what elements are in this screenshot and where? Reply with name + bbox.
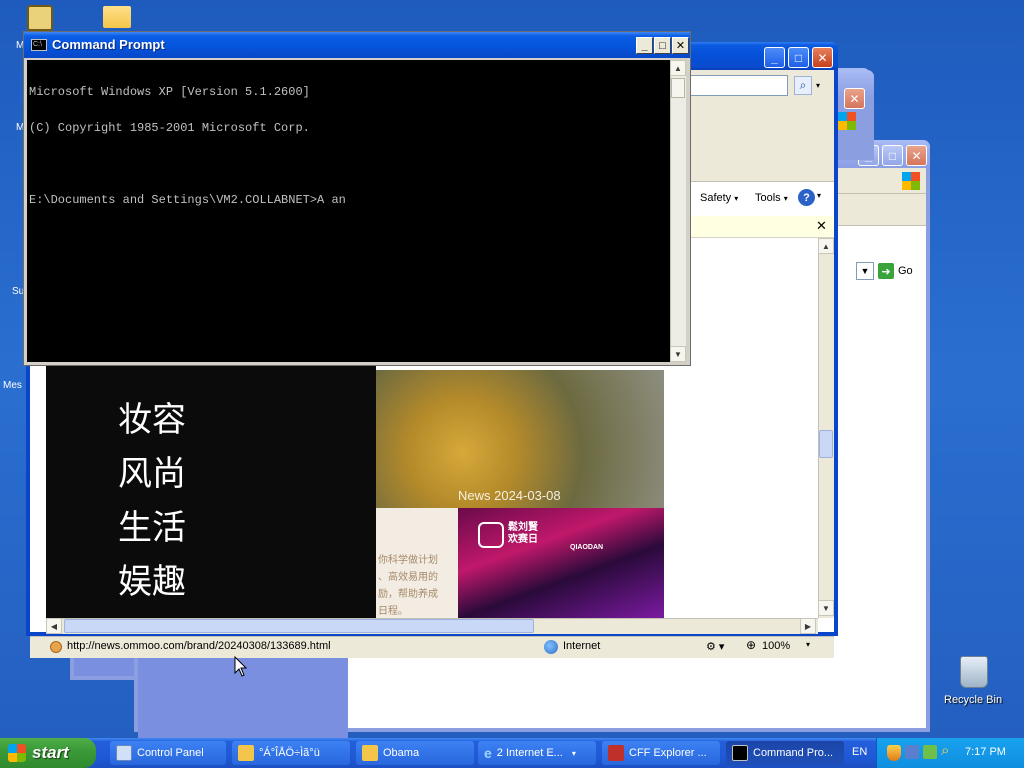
cff-explorer-icon — [608, 745, 624, 761]
safety-menu[interactable]: Safety ▾ — [700, 190, 738, 206]
maximize-button[interactable]: □ — [654, 37, 671, 54]
status-url: http://news.ommoo.com/brand/20240308/133… — [67, 640, 331, 652]
maximize-button[interactable]: □ — [788, 47, 809, 68]
zone-label: Internet — [563, 640, 601, 652]
ad-title: 鬆刘賢 欢赛日 — [508, 522, 538, 545]
scroll-up-arrow[interactable]: ▲ — [818, 238, 834, 254]
task-control-panel[interactable]: Control Panel — [110, 741, 226, 765]
tools-menu[interactable]: Tools ▾ — [755, 190, 788, 206]
address-dropdown[interactable]: ▼ — [856, 262, 874, 280]
task-folder[interactable]: °Á°ÎÅÖ÷Ìã°ü — [232, 741, 350, 765]
windows-logo-icon — [838, 112, 856, 130]
search-icon[interactable]: ⌕ — [941, 742, 949, 759]
scroll-up-arrow[interactable]: ▲ — [670, 60, 686, 76]
help-icon[interactable]: ? — [798, 189, 815, 206]
close-button[interactable]: ✕ — [906, 145, 927, 166]
ad-brand: QIAODAN — [570, 544, 604, 551]
close-button[interactable]: ✕ — [812, 47, 833, 68]
control-panel-icon — [116, 745, 132, 761]
zoom-level[interactable]: 100% — [762, 640, 790, 652]
security-shield-icon[interactable] — [887, 745, 901, 761]
nav-item[interactable]: 娱趣 — [118, 554, 186, 603]
console-icon: C:\ — [31, 39, 47, 51]
scroll-down-arrow[interactable]: ▼ — [818, 600, 834, 616]
mouse-cursor-icon — [234, 656, 248, 677]
windows-logo-icon — [902, 172, 920, 190]
window-title: Command Prompt — [52, 37, 165, 52]
zoom-icon[interactable]: ⊕ — [746, 638, 756, 652]
globe-icon — [544, 640, 558, 654]
console-icon — [732, 745, 748, 761]
task-internet-explorer[interactable]: e 2 Internet E... ▾ — [478, 741, 596, 765]
chevron-down-icon: ▾ — [571, 748, 576, 758]
recycle-bin-label: Recycle Bin — [944, 694, 1003, 706]
task-command-prompt[interactable]: Command Pro... — [726, 741, 844, 765]
clock[interactable]: 7:17 PM — [965, 746, 1006, 758]
system-tray: ⌕ 7:17 PM — [876, 738, 1024, 768]
console-output[interactable]: Microsoft Windows XP [Version 5.1.2600] … — [27, 60, 670, 362]
language-indicator[interactable]: EN — [852, 746, 867, 758]
horizontal-scroll-thumb[interactable] — [64, 619, 534, 633]
nav-item[interactable]: 风尚 — [118, 446, 186, 495]
close-button[interactable]: ✕ — [672, 37, 689, 54]
go-arrow-icon: ➜ — [878, 263, 894, 279]
network-icon[interactable] — [905, 745, 919, 759]
task-obama[interactable]: Obama — [356, 741, 474, 765]
start-button[interactable]: start — [0, 738, 96, 768]
close-button[interactable]: ✕ — [844, 88, 865, 109]
chevron-down-icon[interactable]: ▾ — [817, 191, 821, 200]
scroll-right-arrow[interactable]: ▶ — [800, 618, 816, 634]
minimize-button[interactable]: _ — [764, 47, 785, 68]
taskbar: start Control Panel °Á°ÎÅÖ÷Ìã°ü Obama e … — [0, 738, 1024, 768]
folder-icon — [238, 745, 254, 761]
minimize-button[interactable]: _ — [636, 37, 653, 54]
search-icon[interactable]: ⌕ — [794, 76, 812, 95]
scroll-left-arrow[interactable]: ◀ — [46, 618, 62, 634]
scroll-down-arrow[interactable]: ▼ — [670, 346, 686, 362]
page-icon — [50, 641, 62, 653]
folder-icon — [362, 745, 378, 761]
search-dropdown-icon[interactable]: ▾ — [813, 76, 823, 95]
chevron-down-icon: ▾ — [783, 193, 788, 203]
recycle-bin-icon[interactable] — [960, 656, 988, 688]
windows-logo-icon — [8, 744, 26, 762]
scheduled-tasks-icon[interactable] — [27, 5, 53, 31]
scroll-thumb[interactable] — [819, 430, 833, 458]
go-button[interactable]: ➜ Go — [878, 262, 924, 280]
nav-item[interactable]: 妆容 — [118, 392, 186, 441]
nav-item[interactable]: 生活 — [118, 500, 186, 549]
internet-explorer-icon: e — [484, 745, 492, 761]
task-cff-explorer[interactable]: CFF Explorer ... — [602, 741, 720, 765]
command-prompt-window[interactable]: C:\ Command Prompt _ □ ✕ Microsoft Windo… — [23, 31, 691, 366]
news-snippet: 你科学做计划 、高效易用的 励，帮助养成 日程。 — [376, 508, 458, 618]
console-scrollbar[interactable] — [670, 60, 686, 362]
news-date-label: News 2024-03-08 — [458, 488, 561, 503]
chevron-down-icon[interactable]: ▾ — [806, 640, 810, 649]
maximize-button[interactable]: □ — [882, 145, 903, 166]
desktop-label: Mes — [3, 380, 22, 391]
gift-icon — [478, 522, 504, 548]
folder-icon[interactable] — [103, 6, 131, 28]
vertical-scrollbar[interactable] — [818, 238, 834, 618]
protected-mode-icon[interactable]: ⚙ ▾ — [706, 640, 724, 653]
chevron-down-icon: ▾ — [734, 193, 739, 203]
close-infobar-icon[interactable]: ✕ — [816, 218, 827, 234]
scroll-thumb[interactable] — [671, 78, 685, 98]
network-icon[interactable] — [923, 745, 937, 759]
